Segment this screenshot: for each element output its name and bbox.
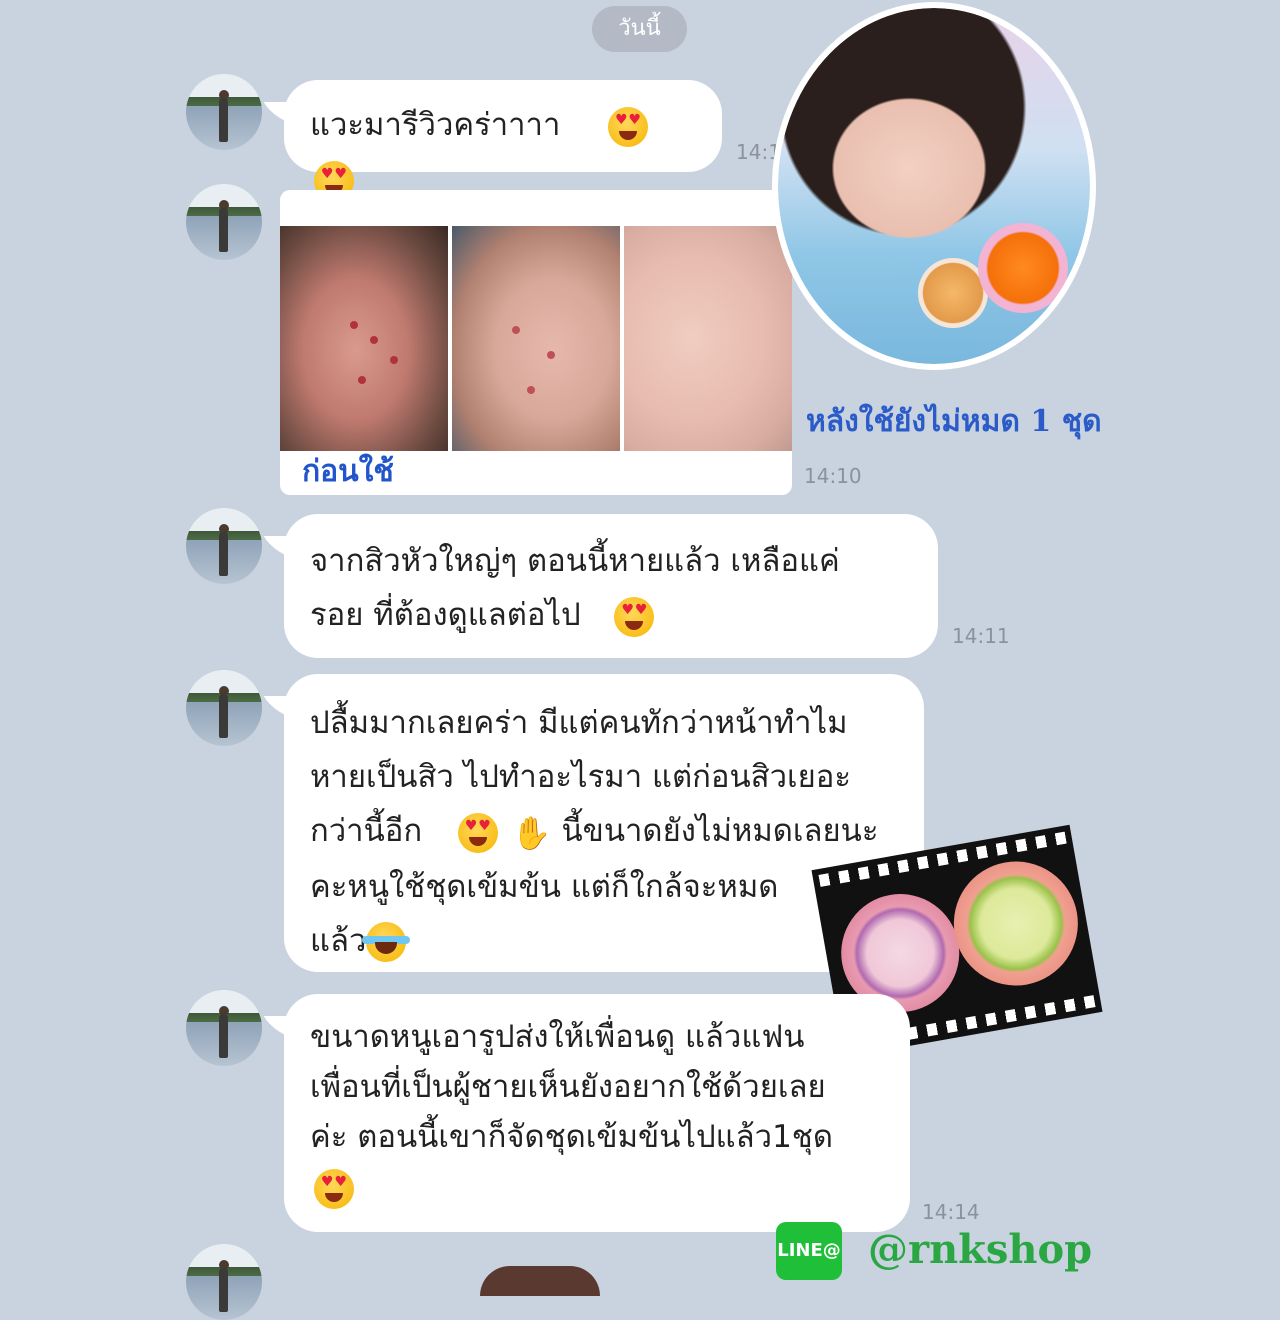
before-photo-3	[624, 226, 792, 451]
message-text: ค่ะ ตอนนี้เขาก็จัดชุดเข้มข้นไปแล้ว1ชุด	[310, 1119, 833, 1155]
heart-eyes-emoji-icon	[457, 812, 498, 853]
shop-handle: @rnkshop	[868, 1226, 1093, 1273]
avatar[interactable]	[186, 1244, 262, 1320]
message-bubble: แวะมารีวิวคร่าาาา	[284, 80, 722, 201]
product-jar	[978, 223, 1068, 313]
after-photo-circle	[772, 2, 1096, 370]
before-photo-2	[452, 226, 620, 451]
message-text: แล้ว	[310, 922, 367, 959]
image-message[interactable]: ก่อนใช้	[280, 190, 792, 495]
avatar[interactable]	[186, 184, 262, 260]
line-at-logo: LINE@	[776, 1222, 842, 1280]
pray-emoji-icon: ✋	[511, 813, 552, 852]
tears-of-joy-emoji-icon	[362, 922, 411, 962]
heart-eyes-emoji-icon	[614, 596, 655, 637]
avatar[interactable]	[186, 74, 262, 150]
message-text: ขนาดหนูเอารูปส่งให้เพื่อนดู แล้วแฟน	[310, 1019, 805, 1055]
message-text: คะหนูใช้ชุดเข้มข้น แต่ก็ใกล้จะหมด	[310, 868, 779, 905]
message-text: กว่านี้อีก	[310, 813, 423, 849]
avatar[interactable]	[186, 508, 262, 584]
message-text: นี้ขนาดยังไม่หมดเลยนะ	[561, 813, 879, 849]
date-separator: วันนี้	[592, 6, 687, 52]
message-text: ปลื้มมากเลยคร่า มีแต่คนทักว่าหน้าทำไม	[310, 705, 848, 741]
message-bubble: ขนาดหนูเอารูปส่งให้เพื่อนดู แล้วแฟน เพื่…	[284, 994, 910, 1232]
before-photo-1	[280, 226, 448, 451]
heart-eyes-emoji-icon	[608, 106, 649, 147]
message-text: จากสิวหัวใหญ่ๆ ตอนนี้หายแล้ว เหลือแค่	[310, 543, 840, 579]
message-text: เพื่อนที่เป็นผู้ชายเห็นยังอยากใช้ด้วยเลย	[310, 1069, 826, 1105]
message-text: แวะมารีวิวคร่าาาา	[310, 107, 561, 143]
message-time: 14:10	[804, 464, 862, 488]
product-jar	[944, 851, 1088, 996]
avatar[interactable]	[186, 670, 262, 746]
heart-eyes-emoji-icon	[314, 1168, 354, 1209]
partial-message	[480, 1266, 600, 1296]
message-bubble: จากสิวหัวใหญ่ๆ ตอนนี้หายแล้ว เหลือแค่ รอ…	[284, 514, 938, 658]
message-time: 14:11	[952, 624, 1010, 648]
message-text: รอย ที่ต้องดูแลต่อไป	[310, 597, 581, 633]
after-caption: หลังใช้ยังไม่หมด 1 ชุด	[806, 404, 1102, 439]
message-text: หายเป็นสิว ไปทำอะไรมา แต่ก่อนสิวเยอะ	[310, 759, 852, 795]
before-caption: ก่อนใช้	[302, 454, 394, 489]
avatar[interactable]	[186, 990, 262, 1066]
message-time: 14:14	[922, 1200, 980, 1224]
